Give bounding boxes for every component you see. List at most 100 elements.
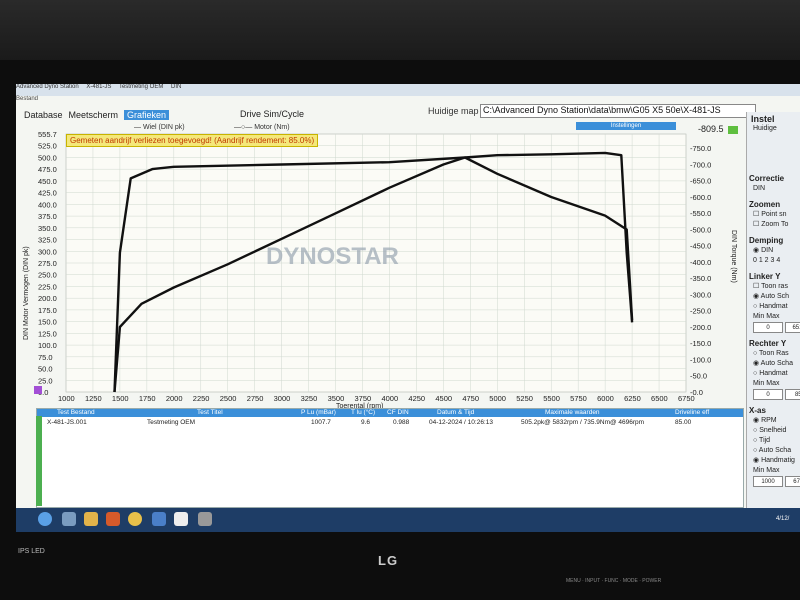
- xas-auto[interactable]: ○ Auto Scha: [753, 446, 800, 456]
- start-button-icon[interactable]: [38, 512, 52, 526]
- xas-min[interactable]: 1000: [753, 476, 783, 487]
- left-y-max[interactable]: 651.2: [784, 322, 800, 333]
- tab-database[interactable]: Database: [24, 110, 63, 120]
- y-right-tick-label: -400.0: [690, 258, 711, 267]
- x-tick-label: 4000: [381, 394, 398, 403]
- y-left-tick-label: 200.0: [38, 294, 57, 303]
- monitor-buttons[interactable]: MENU · INPUT · FUNC · MODE · POWER: [566, 578, 661, 584]
- y-left-tick-label: 125.0: [38, 329, 57, 338]
- title-norm: DIN: [171, 84, 182, 90]
- terminal-icon[interactable]: [198, 512, 212, 526]
- x-tick-label: 1000: [58, 394, 75, 403]
- zoom-to[interactable]: ☐ Zoom To: [753, 220, 800, 230]
- left-y-auto-label: Auto Sch: [760, 293, 790, 300]
- col-test-file[interactable]: Test Bestand: [57, 409, 95, 416]
- chrome-icon[interactable]: [128, 512, 142, 526]
- col-pressure[interactable]: P Lu (mBar): [301, 409, 336, 416]
- cell-date: 04-12-2024 / 10:26:13: [429, 419, 493, 426]
- xas-manual[interactable]: ◉ Handmatig: [753, 456, 800, 466]
- y-right-tick-label: -50.0: [690, 372, 707, 381]
- right-y-auto-label: Auto Scha: [760, 360, 793, 367]
- col-cf[interactable]: CF DIN: [387, 409, 409, 416]
- y-right-tick-label: -550.0: [690, 209, 711, 218]
- left-y-grid[interactable]: ☐ Toon ras: [753, 282, 800, 292]
- title-bar: Advanced Dyno Station X-481-JS Testmetin…: [16, 84, 800, 96]
- left-y-min-label: Min: [753, 313, 765, 320]
- watermark: DYNOSTAR: [266, 243, 399, 270]
- xas-time-label: Tijd: [759, 437, 771, 444]
- explorer-icon[interactable]: [62, 512, 76, 526]
- left-y-min[interactable]: 0: [753, 322, 783, 333]
- left-y-range: 0 651.2: [753, 322, 800, 333]
- media-icon[interactable]: [106, 512, 120, 526]
- right-y-manual[interactable]: ○ Handmat: [753, 369, 800, 379]
- x-tick-label: 1500: [112, 394, 129, 403]
- y-right-tick-label: -250.0: [690, 307, 711, 316]
- y-right-tick-label: -150.0: [690, 339, 711, 348]
- x-tick-label: 5750: [570, 394, 587, 403]
- y-right-tick-label: -750.0: [690, 144, 711, 153]
- tab-drive-sim[interactable]: Drive Sim/Cycle: [240, 109, 304, 119]
- y-left-tick-label: 225.0: [38, 282, 57, 291]
- tab-meetscherm[interactable]: Meetscherm: [69, 110, 119, 120]
- table-row[interactable]: X-481-JS.001 Testmeting OEM 1007.7 9.6 0…: [37, 419, 743, 427]
- right-y-max[interactable]: 850: [784, 389, 800, 400]
- y-left-tick-label: 300.0: [38, 247, 57, 256]
- left-y-auto[interactable]: ◉ Auto Sch: [753, 292, 800, 302]
- x-tick-label: 1750: [139, 394, 156, 403]
- col-date[interactable]: Datum & Tijd: [437, 409, 474, 416]
- x-tick-label: 3000: [274, 394, 291, 403]
- x-tick-label: 3500: [328, 394, 345, 403]
- cell-temp: 9.6: [361, 419, 371, 426]
- app-icon[interactable]: [152, 512, 166, 526]
- col-temp[interactable]: T lu (°C): [351, 409, 375, 416]
- y-left-tick-label: 500.0: [38, 153, 57, 162]
- y-left-tick-label: 400.0: [38, 200, 57, 209]
- col-driveline[interactable]: Driveline eff: [675, 409, 709, 416]
- path-label: Huidige map: [428, 106, 479, 116]
- xas-max-label: Max: [766, 467, 780, 474]
- settings-button[interactable]: Instellingen: [576, 122, 676, 130]
- left-y-max-label: Max: [766, 313, 780, 320]
- x-tick-label: 5000: [489, 394, 506, 403]
- y-axis-right-title: DIN Torque (Nm): [730, 230, 737, 283]
- xas-time[interactable]: ○ Tijd: [753, 436, 800, 446]
- x-tick-label: 3250: [301, 394, 318, 403]
- tab-grafieken[interactable]: Grafieken: [124, 110, 170, 120]
- right-y-grid-label: Toon Ras: [759, 350, 789, 357]
- menu-file[interactable]: Bestand: [16, 96, 38, 102]
- cell-test-file: X-481-JS.001: [47, 419, 87, 426]
- xas-rpm[interactable]: ◉ RPM: [753, 416, 800, 426]
- right-y-grid[interactable]: ○ Toon Ras: [753, 349, 800, 359]
- y-left-tick-label: 25.0: [38, 376, 53, 385]
- x-tick-label: 6250: [624, 394, 641, 403]
- y-left-tick-label: 350.0: [38, 224, 57, 233]
- x-tick-label: 5500: [543, 394, 560, 403]
- left-y-manual[interactable]: ○ Handmat: [753, 302, 800, 312]
- right-y-head: Rechter Y: [749, 339, 787, 348]
- y-left-tick-label: 175.0: [38, 306, 57, 315]
- right-y-auto[interactable]: ◉ Auto Scha: [753, 359, 800, 369]
- damping-radio[interactable]: ◉ DIN: [753, 246, 800, 256]
- dyno-app-icon[interactable]: [174, 512, 188, 526]
- folder-icon[interactable]: [84, 512, 98, 526]
- col-test-title[interactable]: Test Titel: [197, 409, 223, 416]
- xas-speed[interactable]: ○ Snelheid: [753, 426, 800, 436]
- path-input[interactable]: C:\Advanced Dyno Station\data\bmw\G05 X5…: [480, 104, 756, 118]
- y-right-tick-label: -200.0: [690, 323, 711, 332]
- left-y-manual-label: Handmat: [759, 303, 788, 310]
- correction-select[interactable]: DIN: [753, 184, 800, 194]
- xas-speed-label: Snelheid: [759, 427, 787, 434]
- y-left-tick-label: 325.0: [38, 236, 57, 245]
- col-max[interactable]: Maximale waarden: [545, 409, 600, 416]
- x-tick-label: 6500: [651, 394, 668, 403]
- cell-driveline: 85.00: [675, 419, 692, 426]
- y-axis-left: 555.7 525.0 500.0 475.0 450.0 425.0 400.0 375.0…: [38, 130, 57, 397]
- x-tick-label: 4250: [408, 394, 425, 403]
- warning-banner: Gemeten aandrijf verliezen toegevoegd! (…: [66, 134, 319, 147]
- damping-slider[interactable]: 0 1 2 3 4: [753, 256, 800, 266]
- lg-logo: LG: [378, 553, 399, 568]
- right-y-min[interactable]: 0: [753, 389, 783, 400]
- zoom-point-snap[interactable]: ☐ Point sn: [753, 210, 800, 220]
- xas-max[interactable]: 6750: [784, 476, 800, 487]
